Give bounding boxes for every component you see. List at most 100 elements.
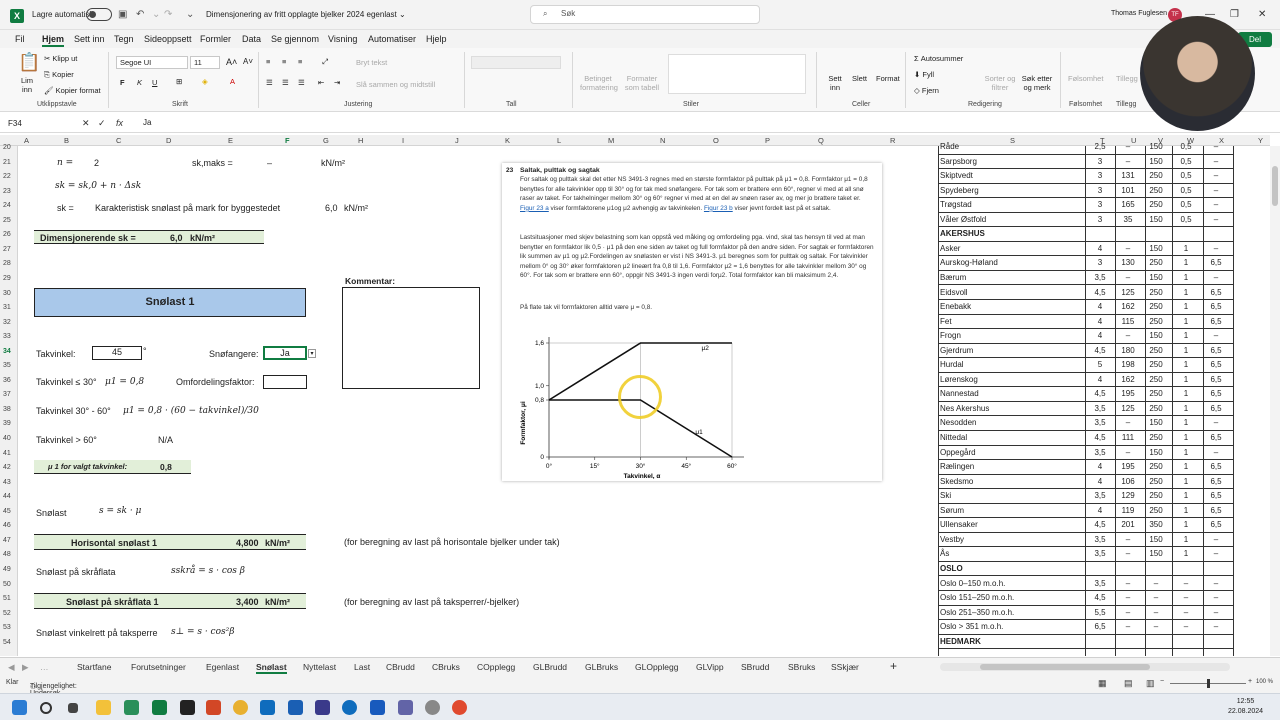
row-header[interactable]: 45	[3, 508, 11, 515]
figure-23a-link[interactable]: Figur 23 a	[520, 205, 549, 212]
borders-icon[interactable]: ⊞	[176, 77, 182, 86]
format-as-table-button[interactable]: Formater som tabell	[620, 74, 664, 92]
normal-view-icon[interactable]: ▦	[1098, 678, 1107, 689]
system-clock[interactable]: 12:55 22.08.2024	[1228, 697, 1263, 717]
row-header[interactable]: 30	[3, 290, 11, 297]
tab-tegn[interactable]: Tegn	[114, 34, 134, 44]
column-header[interactable]: P	[765, 136, 770, 145]
save-icon[interactable]: ▣	[118, 9, 127, 20]
sheet-tab[interactable]: SBruks	[788, 662, 815, 672]
file-explorer-icon[interactable]	[96, 700, 111, 715]
shrink-font-icon[interactable]: A˅	[243, 57, 253, 66]
start-icon[interactable]	[12, 700, 27, 715]
row-header[interactable]: 31	[3, 304, 11, 311]
sheet-tab[interactable]: Snølast	[256, 662, 287, 674]
wrap-text-button[interactable]: Bryt tekst	[356, 58, 387, 67]
increase-indent-icon[interactable]: ⇥	[334, 78, 340, 87]
row-header[interactable]: 20	[3, 144, 11, 151]
tab-data[interactable]: Data	[242, 34, 261, 44]
vertical-scrollbar[interactable]	[1270, 146, 1280, 656]
column-header[interactable]: F	[285, 136, 290, 145]
sheet-tab[interactable]: GLBruks	[585, 662, 618, 672]
fill-color-icon[interactable]: ◈	[202, 77, 208, 86]
zoom-in-icon[interactable]: +	[1248, 678, 1252, 685]
column-header[interactable]: Q	[818, 136, 824, 145]
copy-button[interactable]: ⎘ Kopier	[44, 70, 74, 80]
clear-button[interactable]: ◇ Fjern	[914, 86, 939, 95]
format-painter-button[interactable]: 🖌 Kopier format	[44, 86, 101, 95]
prev-sheet-icon[interactable]: ◀	[8, 662, 15, 673]
underline-icon[interactable]: U	[152, 78, 157, 87]
row-header[interactable]: 41	[3, 450, 11, 457]
paste-button[interactable]: Lim inn	[15, 76, 39, 94]
cancel-icon[interactable]: ✕	[82, 118, 90, 129]
more-sheets-icon[interactable]: …	[40, 662, 49, 672]
column-header[interactable]: E	[228, 136, 233, 145]
zoom-level[interactable]: 100 %	[1256, 679, 1273, 685]
column-header[interactable]: A	[24, 136, 29, 145]
snow-guards-select[interactable]: Ja	[263, 346, 307, 360]
insert-function-icon[interactable]: fx	[116, 118, 123, 128]
dropdown-arrow-icon[interactable]: ▾	[308, 349, 316, 358]
close-icon[interactable]: ✕	[1258, 9, 1266, 20]
scrollbar-thumb[interactable]	[1272, 166, 1278, 206]
tab-sideoppsett[interactable]: Sideoppsett	[144, 34, 192, 44]
sheet-tab[interactable]: Startfane	[77, 662, 112, 672]
horizontal-scrollbar-thumb[interactable]	[980, 664, 1150, 670]
row-header[interactable]: 34	[3, 348, 11, 355]
autosave-toggle[interactable]	[86, 8, 112, 21]
row-header[interactable]: 38	[3, 406, 11, 413]
row-header[interactable]: 39	[3, 420, 11, 427]
app-icon[interactable]	[288, 700, 303, 715]
fill-button[interactable]: ⬇ Fyll	[914, 70, 934, 79]
sheet-tab[interactable]: Nyttelast	[303, 662, 336, 672]
row-header[interactable]: 49	[3, 566, 11, 573]
sheet-tab[interactable]: CBruks	[432, 662, 460, 672]
embedded-document-image[interactable]: 23 Saltak, pulttak og sagtak For saltak …	[502, 163, 882, 481]
column-header[interactable]: D	[166, 136, 171, 145]
user-name[interactable]: Thomas Fuglesen	[1111, 10, 1167, 17]
column-header[interactable]: H	[358, 136, 363, 145]
column-header[interactable]: N	[660, 136, 665, 145]
cell-styles-gallery[interactable]	[668, 54, 806, 94]
row-header[interactable]: 22	[3, 173, 11, 180]
find-select-button[interactable]: Søk etter og merk	[1019, 74, 1055, 92]
enter-icon[interactable]: ✓	[98, 118, 106, 129]
italic-icon[interactable]: K	[137, 78, 142, 87]
column-header[interactable]: R	[890, 136, 895, 145]
merge-center-button[interactable]: Slå sammen og midtstill	[356, 80, 435, 89]
row-header[interactable]: 21	[3, 159, 11, 166]
sort-filter-button[interactable]: Sorter og filtrer	[982, 74, 1018, 92]
row-header[interactable]: 28	[3, 260, 11, 267]
row-header[interactable]: 46	[3, 522, 11, 529]
tab-formler[interactable]: Formler	[200, 34, 231, 44]
paste-icon[interactable]: 📋	[18, 52, 40, 73]
add-sheet-icon[interactable]: +	[890, 659, 897, 673]
delete-cells-button[interactable]: Slett	[852, 74, 867, 83]
app-icon[interactable]	[315, 700, 330, 715]
row-header[interactable]: 44	[3, 493, 11, 500]
row-header[interactable]: 25	[3, 217, 11, 224]
orientation-icon[interactable]: ⤢	[322, 57, 328, 67]
sheet-tab[interactable]: Last	[354, 662, 370, 672]
sheet-tab[interactable]: CBrudd	[386, 662, 415, 672]
align-center-icon[interactable]: ☰	[282, 78, 289, 87]
tab-sett-inn[interactable]: Sett inn	[74, 34, 105, 44]
row-header[interactable]: 35	[3, 362, 11, 369]
decrease-indent-icon[interactable]: ⇤	[318, 78, 324, 87]
store-icon[interactable]	[124, 700, 139, 715]
app-icon[interactable]	[342, 700, 357, 715]
row-header[interactable]: 47	[3, 537, 11, 544]
horizontal-scrollbar[interactable]	[940, 663, 1230, 671]
app-icon[interactable]	[425, 700, 440, 715]
tab-automatiser[interactable]: Automatiser	[368, 34, 416, 44]
align-bottom-icon[interactable]: ≡	[298, 57, 302, 66]
number-format-select[interactable]	[471, 56, 561, 69]
search-box[interactable]: ⌕ Søk	[530, 5, 760, 24]
undo-icon[interactable]: ↶	[136, 9, 144, 20]
column-header[interactable]: M	[608, 136, 614, 145]
zoom-out-icon[interactable]: −	[1160, 678, 1164, 685]
font-name-select[interactable]: Segoe UI	[116, 56, 188, 69]
column-header[interactable]: B	[64, 136, 69, 145]
insert-cells-button[interactable]: Sett inn	[824, 74, 846, 92]
